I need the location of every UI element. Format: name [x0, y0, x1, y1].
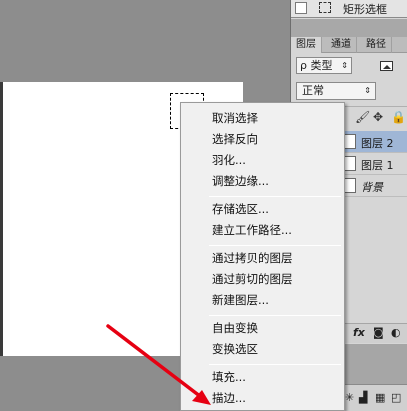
layer-filter-row: ρ 类型 ⇕	[291, 54, 407, 78]
menu-item-free-transform[interactable]: 自由变换	[181, 318, 344, 339]
panel-gap	[291, 19, 407, 37]
menu-item-inverse[interactable]: 选择反向	[181, 129, 344, 150]
menu-item-feather[interactable]: 羽化...	[181, 150, 344, 171]
histogram-icon[interactable]: ▟	[359, 391, 367, 404]
marquee-mode-label: 矩形选框	[343, 3, 387, 16]
lock-icon[interactable]: 🔒	[391, 110, 406, 124]
menu-item-layer-via-cut[interactable]: 通过剪切的图层	[181, 269, 344, 290]
checkbox-icon[interactable]	[295, 2, 307, 14]
brush-lock-icon[interactable]: 🖌	[355, 110, 370, 124]
menu-item-save-selection[interactable]: 存储选区...	[181, 199, 344, 220]
layer-thumbnail	[344, 134, 356, 149]
menu-item-stroke[interactable]: 描边...	[181, 388, 344, 409]
menu-item-make-work-path[interactable]: 建立工作路径...	[181, 220, 344, 241]
tab-channels[interactable]: 通道	[326, 37, 357, 53]
menu-item-fill[interactable]: 填充...	[181, 367, 344, 388]
move-lock-icon[interactable]: ✥	[373, 110, 383, 124]
menu-separator	[209, 196, 341, 197]
menu-item-new-layer[interactable]: 新建图层...	[181, 290, 344, 311]
layer-thumbnail	[344, 156, 356, 171]
menu-separator	[209, 245, 341, 246]
blend-mode-select[interactable]: 正常 ⇕	[296, 82, 376, 100]
menu-item-refine-edge[interactable]: 调整边缘...	[181, 171, 344, 192]
menu-separator	[209, 315, 341, 316]
context-menu: 取消选择 选择反向 羽化... 调整边缘... 存储选区... 建立工作路径..…	[180, 102, 345, 411]
layer-thumbnail	[344, 178, 356, 193]
tab-paths[interactable]: 路径	[361, 37, 392, 53]
blend-mode-row: 正常 ⇕	[291, 80, 407, 102]
panel-tabs: 图层 通道 路径	[291, 37, 407, 53]
kind-filter-select[interactable]: ρ 类型 ⇕	[296, 57, 352, 74]
layer-name: 图层 1	[361, 159, 394, 172]
tab-layers[interactable]: 图层	[291, 37, 322, 53]
kind-filter-value: ρ 类型	[300, 59, 333, 72]
layer-name: 图层 2	[361, 137, 394, 150]
fx-icon[interactable]: fx	[353, 326, 365, 339]
chevron-updown-icon: ⇕	[341, 61, 348, 70]
tool-options-strip: 矩形选框	[291, 0, 407, 18]
image-filter-icon[interactable]	[380, 61, 393, 71]
chevron-updown-icon: ⇕	[364, 86, 371, 95]
mask-icon[interactable]: ◙	[373, 326, 384, 339]
menu-item-transform-selection[interactable]: 变换选区	[181, 339, 344, 360]
adjustment-icon[interactable]: ◐	[391, 326, 401, 339]
grid-icon[interactable]: ▦	[375, 391, 385, 404]
layer-name: 背景	[361, 181, 383, 194]
menu-item-deselect[interactable]: 取消选择	[181, 108, 344, 129]
menu-separator	[209, 364, 341, 365]
curves-icon[interactable]: ◰	[391, 391, 401, 404]
sparkle-icon[interactable]: ✳	[345, 391, 354, 404]
rect-marquee-icon[interactable]	[319, 2, 331, 13]
canvas-edge	[0, 82, 3, 356]
blend-mode-value: 正常	[302, 84, 324, 97]
menu-item-layer-via-copy[interactable]: 通过拷贝的图层	[181, 248, 344, 269]
